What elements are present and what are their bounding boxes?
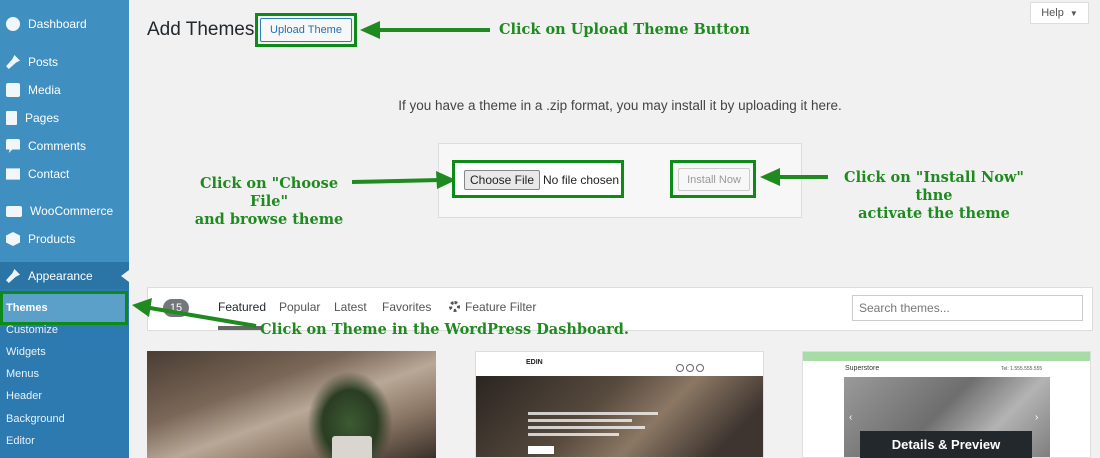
arrow-line-choose-file [351,178,441,184]
submenu-item-header[interactable]: Header [0,385,129,407]
submenu-item-widgets[interactable]: Widgets [0,341,129,363]
tab-favorites[interactable]: Favorites [382,300,431,314]
submenu-item-menus[interactable]: Menus [0,363,129,385]
arrow-head-upload [360,21,380,39]
theme-card[interactable] [147,351,436,458]
theme-preview-phone: Tel: 1.555.555.555 [1001,366,1043,372]
sidebar-item-woocommerce[interactable]: WooCommerce [0,197,129,225]
theme-preview-icons [676,359,706,372]
help-tab[interactable]: Help ▼ [1030,2,1089,24]
feature-filter-link[interactable]: Feature Filter [465,300,536,314]
annotation-themes: Click on Theme in the WordPress Dashboar… [260,321,629,338]
annotation-choose-file: Click on "Choose File" and browse theme [186,175,352,229]
theme-preview-text-lines [528,412,658,440]
sidebar-item-label: Pages [25,111,60,125]
submenu-item-background[interactable]: Background [0,408,129,430]
sidebar-item-label: Posts [28,55,59,69]
page-title: Add Themes [147,19,255,40]
sidebar-item-products[interactable]: Products [0,225,129,253]
gear-icon[interactable] [449,301,460,312]
submenu-item-editor[interactable]: Editor [0,430,129,452]
theme-card[interactable]: EDIN [475,351,764,458]
active-tab-indicator [218,326,262,330]
pushpin-icon [6,55,20,69]
appearance-submenu: Themes Customize Widgets Menus Header Ba… [0,289,129,458]
sidebar-item-dashboard[interactable]: Dashboard [0,10,129,38]
upload-help-text: If you have a theme in a .zip format, yo… [398,98,842,113]
annotation-line: Click on "Choose File" [199,175,339,210]
theme-preview-logo: Superstore [845,365,880,372]
details-preview-button[interactable]: Details & Preview [860,431,1032,458]
chevron-right-icon: › [1035,412,1039,423]
tab-popular[interactable]: Popular [279,300,320,314]
box-icon [6,232,20,246]
tab-featured[interactable]: Featured [218,300,266,314]
install-now-button[interactable]: Install Now [678,168,750,191]
sidebar-item-label: Media [28,83,61,97]
admin-sidebar: Dashboard Posts Media Pages Comments Con… [0,0,129,458]
no-file-text: No file chosen [543,173,620,187]
pages-icon [6,111,17,125]
media-icon [6,83,20,97]
theme-screenshot-image [332,436,372,458]
woocommerce-icon [6,205,22,217]
annotation-line: activate the theme [858,205,1010,222]
sidebar-item-contact[interactable]: Contact [0,160,129,188]
sidebar-item-pages[interactable]: Pages [0,104,129,132]
choose-file-button[interactable]: Choose File [464,170,540,190]
help-label: Help [1041,7,1064,19]
theme-preview-header [476,352,763,376]
sidebar-item-label: Comments [28,139,87,153]
caret-down-icon: ▼ [1069,8,1078,18]
theme-preview-topbar [803,352,1090,361]
sidebar-item-label: Products [28,232,76,246]
sidebar-item-comments[interactable]: Comments [0,132,129,160]
search-themes-input[interactable] [852,295,1083,321]
sidebar-item-media[interactable]: Media [0,76,129,104]
theme-preview-button [528,446,554,454]
theme-preview-logo: EDIN [526,359,543,366]
dashboard-icon [6,17,20,31]
submenu-item-customize[interactable]: Customize [0,319,129,341]
sidebar-item-label: WooCommerce [30,204,114,218]
sidebar-item-label: Dashboard [28,17,87,31]
sidebar-item-label: Contact [28,167,70,181]
paintbrush-icon [6,269,20,283]
sidebar-item-posts[interactable]: Posts [0,48,129,76]
upload-theme-button[interactable]: Upload Theme [260,18,352,42]
annotation-line: Click on "Install Now" thne [844,169,1024,204]
annotation-upload: Click on Upload Theme Button [499,21,750,38]
annotation-line: and browse theme [194,211,344,228]
annotation-install: Click on "Install Now" thne activate the… [833,169,1035,223]
envelope-icon [6,168,20,180]
sidebar-item-appearance[interactable]: Appearance [0,262,129,290]
theme-count-badge: 15 [163,299,189,317]
tab-latest[interactable]: Latest [334,300,367,314]
comment-icon [6,139,20,153]
sidebar-item-label: Appearance [28,269,93,283]
chevron-left-icon: ‹ [849,412,853,423]
